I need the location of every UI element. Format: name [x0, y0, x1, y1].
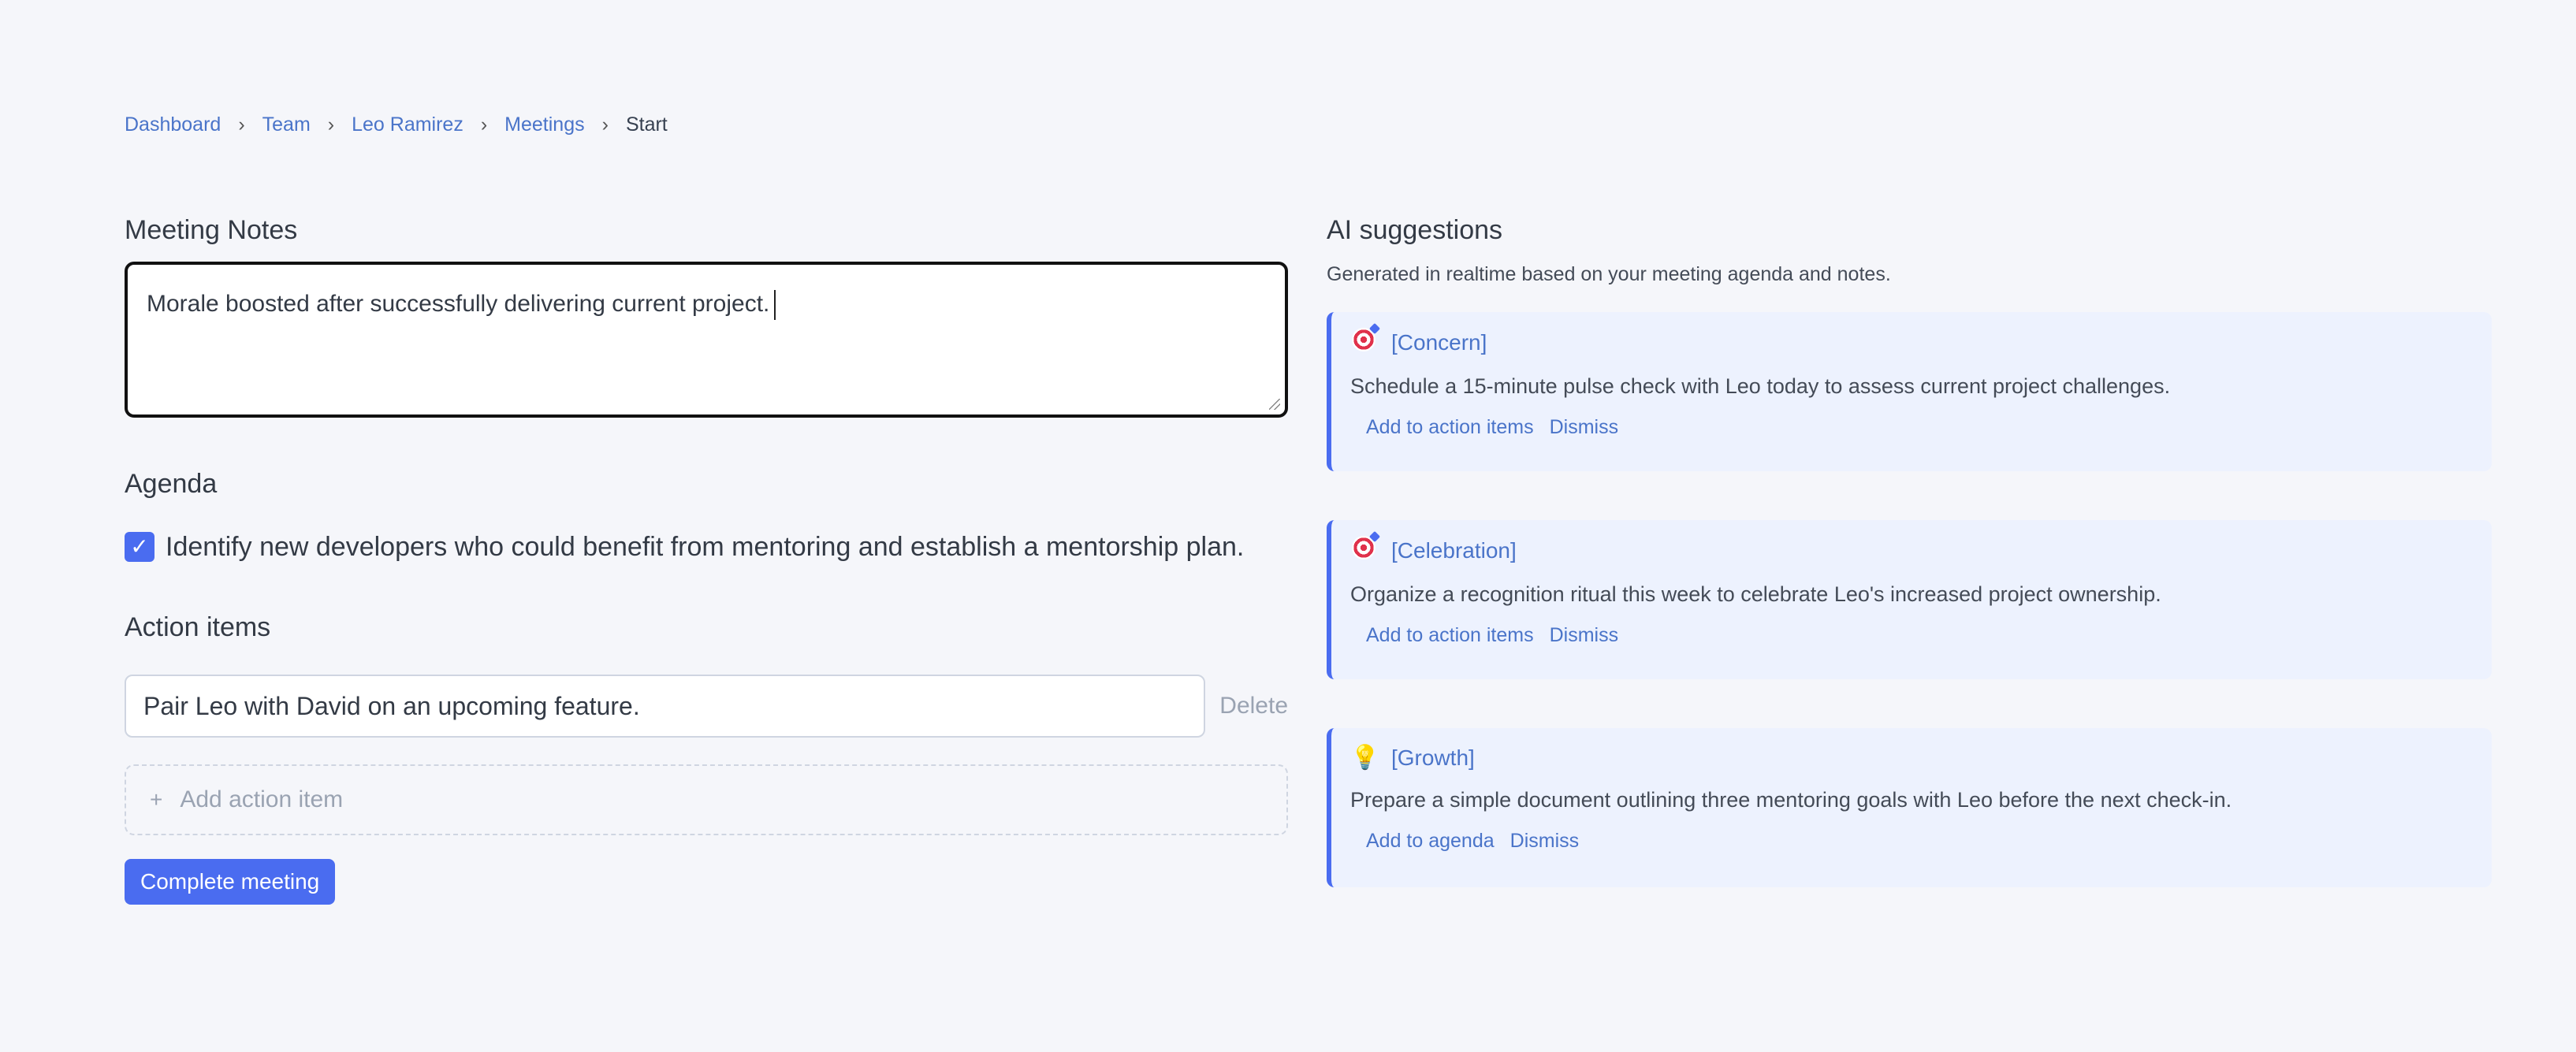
add-to-action-items-button[interactable]: Add to action items: [1366, 624, 1534, 647]
lightbulb-icon: 💡: [1350, 745, 1380, 771]
suggestion-list: [Concern] Schedule a 15-minute pulse che…: [1327, 312, 2492, 887]
suggestion-actions: Add to action items Dismiss: [1350, 624, 2492, 647]
suggestion-text: Schedule a 15-minute pulse check with Le…: [1350, 374, 2171, 398]
suggestion-header: [Celebration]: [1350, 536, 2492, 566]
agenda-item-text: Identify new developers who could benefi…: [166, 532, 1245, 562]
add-to-action-items-button[interactable]: Add to action items: [1366, 416, 1534, 439]
breadcrumb-separator: ›: [327, 113, 335, 136]
breadcrumb-separator: ›: [480, 113, 488, 136]
suggestion-actions: Add to action items Dismiss: [1350, 416, 2492, 439]
complete-meeting-button[interactable]: Complete meeting: [125, 859, 336, 905]
breadcrumb-separator: ›: [238, 113, 245, 136]
breadcrumb: Dashboard › Team › Leo Ramirez › Meeting…: [125, 112, 668, 137]
suggestion-actions: Add to agenda Dismiss: [1350, 830, 2492, 853]
resize-handle-icon[interactable]: [1269, 399, 1280, 410]
suggestion-tag: [Concern]: [1391, 330, 1487, 355]
agenda-item: ✓ Identify new developers who could bene…: [125, 530, 1288, 564]
breadcrumb-separator: ›: [601, 113, 609, 136]
target-icon: [1350, 328, 1377, 358]
action-item-input[interactable]: Pair Leo with David on an upcoming featu…: [125, 675, 1206, 738]
meeting-notes-textarea[interactable]: Morale boosted after successfully delive…: [125, 262, 1288, 418]
action-item-row: Pair Leo with David on an upcoming featu…: [125, 675, 1288, 738]
delete-action-item-button[interactable]: Delete: [1219, 693, 1288, 719]
suggestion-card: 💡 [Growth] Prepare a simple document out…: [1327, 728, 2492, 887]
suggestion-header: 💡 [Growth]: [1350, 744, 2492, 771]
ai-suggestions-subtitle: Generated in realtime based on your meet…: [1327, 263, 1891, 285]
dismiss-button[interactable]: Dismiss: [1550, 416, 1619, 439]
notes-text: Morale boosted after successfully delive…: [147, 291, 770, 317]
add-to-agenda-button[interactable]: Add to agenda: [1366, 830, 1495, 853]
dismiss-button[interactable]: Dismiss: [1510, 830, 1580, 853]
breadcrumb-member[interactable]: Leo Ramirez: [352, 112, 463, 137]
breadcrumb-meetings[interactable]: Meetings: [504, 112, 584, 137]
ai-suggestions-panel: AI suggestions Generated in realtime bas…: [1327, 213, 2492, 936]
text-caret: [774, 290, 776, 321]
suggestion-card: [Concern] Schedule a 15-minute pulse che…: [1327, 312, 2492, 471]
suggestion-tag: [Celebration]: [1391, 538, 1517, 563]
dismiss-button[interactable]: Dismiss: [1550, 624, 1619, 647]
ai-suggestions-title: AI suggestions: [1327, 215, 1503, 245]
suggestion-text: Prepare a simple document outlining thre…: [1350, 788, 2232, 812]
notes-title: Meeting Notes: [125, 215, 298, 245]
plus-icon: +: [150, 787, 163, 812]
target-icon: [1350, 536, 1377, 566]
action-items-title: Action items: [125, 612, 271, 642]
suggestion-card: [Celebration] Organize a recognition rit…: [1327, 520, 2492, 679]
meeting-page: Dashboard › Team › Leo Ramirez › Meeting…: [0, 0, 2576, 1052]
breadcrumb-team[interactable]: Team: [262, 112, 311, 137]
suggestion-text: Organize a recognition ritual this week …: [1350, 582, 2161, 606]
breadcrumb-dashboard[interactable]: Dashboard: [125, 112, 221, 137]
breadcrumb-current: Start: [625, 113, 668, 136]
agenda-checkbox[interactable]: ✓: [125, 532, 154, 562]
suggestion-tag: [Growth]: [1391, 745, 1475, 770]
add-action-item-label: Add action item: [180, 786, 344, 812]
agenda-title: Agenda: [125, 469, 218, 499]
suggestion-header: [Concern]: [1350, 328, 2492, 358]
meeting-form: Meeting Notes Morale boosted after succe…: [125, 213, 1288, 905]
add-action-item-button[interactable]: + Add action item: [125, 764, 1288, 835]
